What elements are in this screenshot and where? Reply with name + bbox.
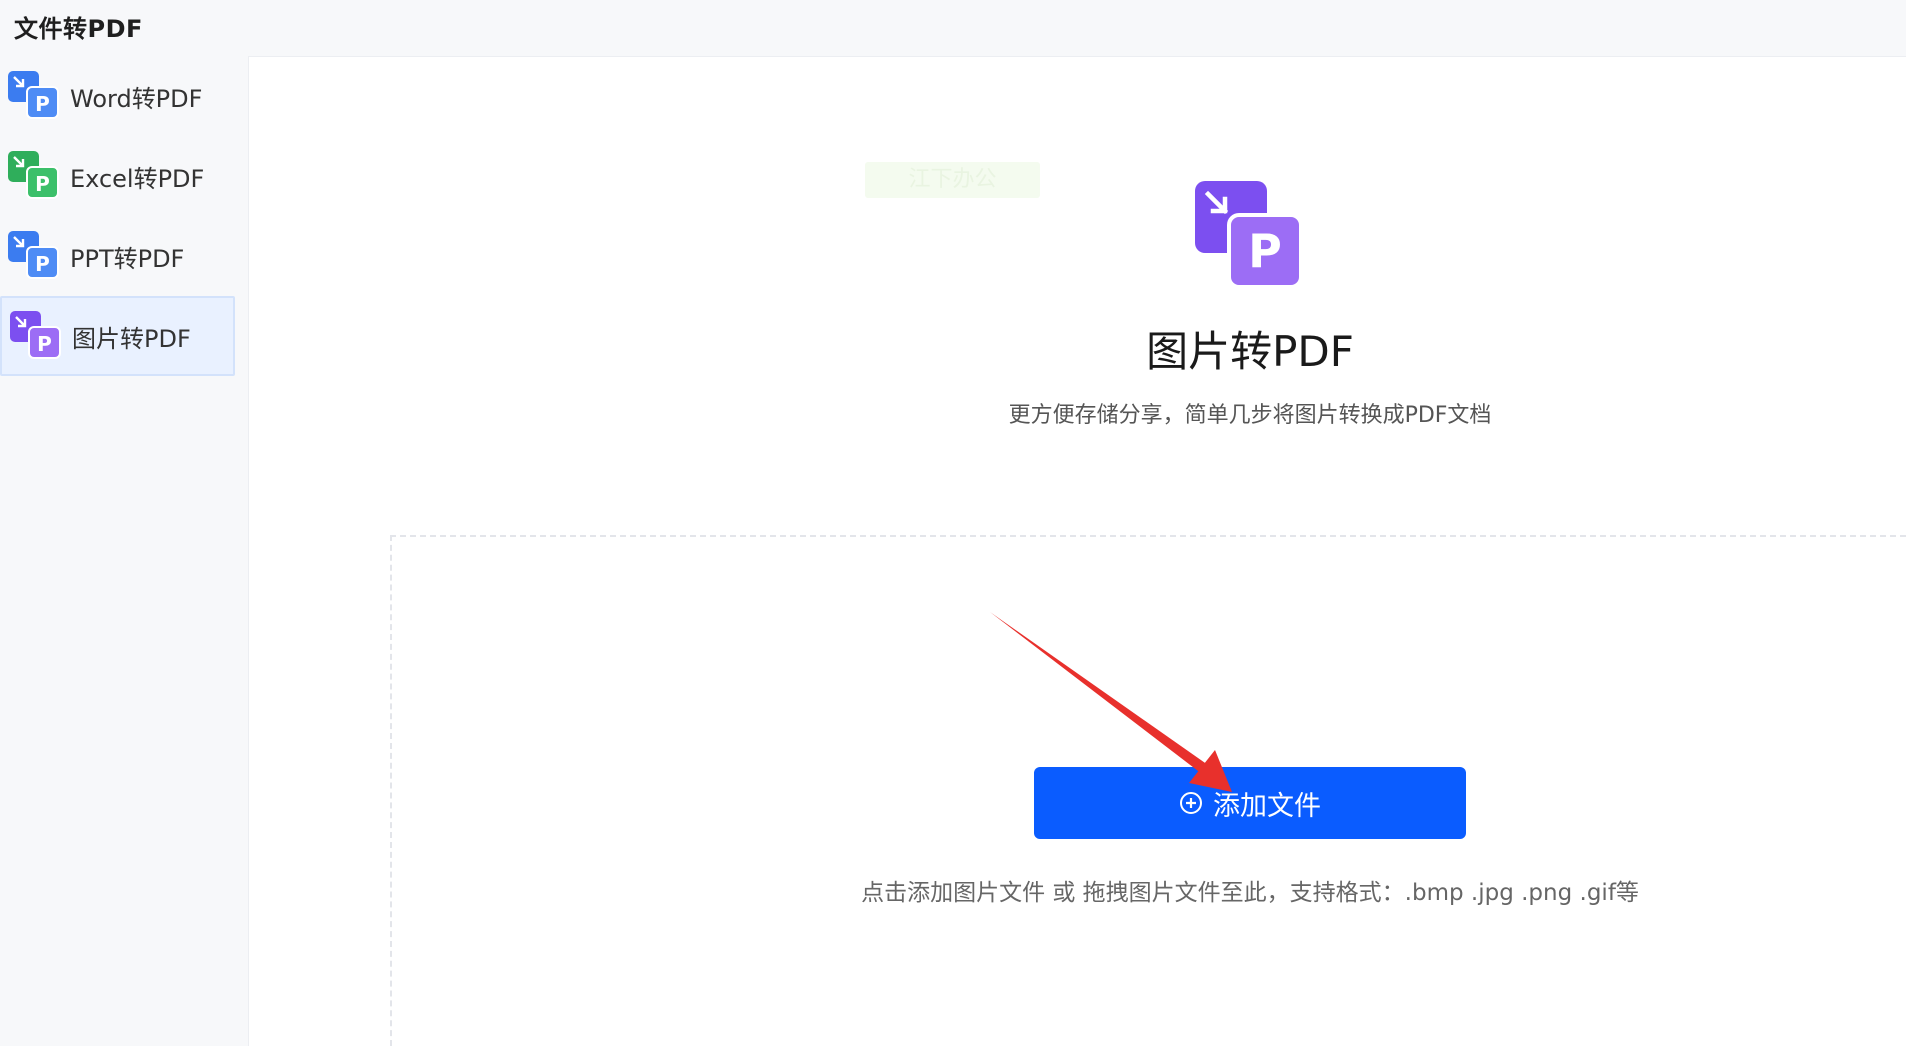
image-to-pdf-icon: P (1195, 181, 1303, 289)
app-title: 文件转PDF (14, 15, 143, 43)
plus-circle-icon (1180, 792, 1202, 814)
image-to-pdf-icon: P (10, 311, 62, 361)
sidebar-item-label: Word转PDF (70, 84, 203, 113)
add-file-button-label: 添加文件 (1213, 790, 1321, 822)
drop-hint-text: 点击添加图片文件 或 拖拽图片文件至此，支持格式：.bmp .jpg .png … (861, 880, 1639, 906)
app-window: 文件转PDF P Word转PDF P Excel转PDF P PPT转PDF … (0, 0, 1906, 1046)
sidebar: P Word转PDF P Excel转PDF P PPT转PDF P 图片转PD… (0, 56, 237, 1046)
sidebar-item-label: PPT转PDF (70, 244, 185, 273)
sidebar-item-image-to-pdf[interactable]: P 图片转PDF (0, 296, 235, 376)
watermark: 江下办公 (865, 162, 1040, 198)
sidebar-item-excel-to-pdf[interactable]: P Excel转PDF (0, 136, 235, 216)
sidebar-item-ppt-to-pdf[interactable]: P PPT转PDF (0, 216, 235, 296)
page-subtitle: 更方便存储分享，简单几步将图片转换成PDF文档 (1008, 403, 1492, 428)
page-title: 图片转PDF (1146, 327, 1354, 376)
excel-to-pdf-icon: P (8, 151, 60, 201)
ppt-to-pdf-icon: P (8, 231, 60, 281)
word-to-pdf-icon: P (8, 71, 60, 121)
sidebar-item-label: Excel转PDF (70, 164, 205, 193)
sidebar-item-label: 图片转PDF (72, 324, 191, 353)
sidebar-item-word-to-pdf[interactable]: P Word转PDF (0, 56, 235, 136)
add-file-button[interactable]: 添加文件 (1034, 767, 1466, 839)
